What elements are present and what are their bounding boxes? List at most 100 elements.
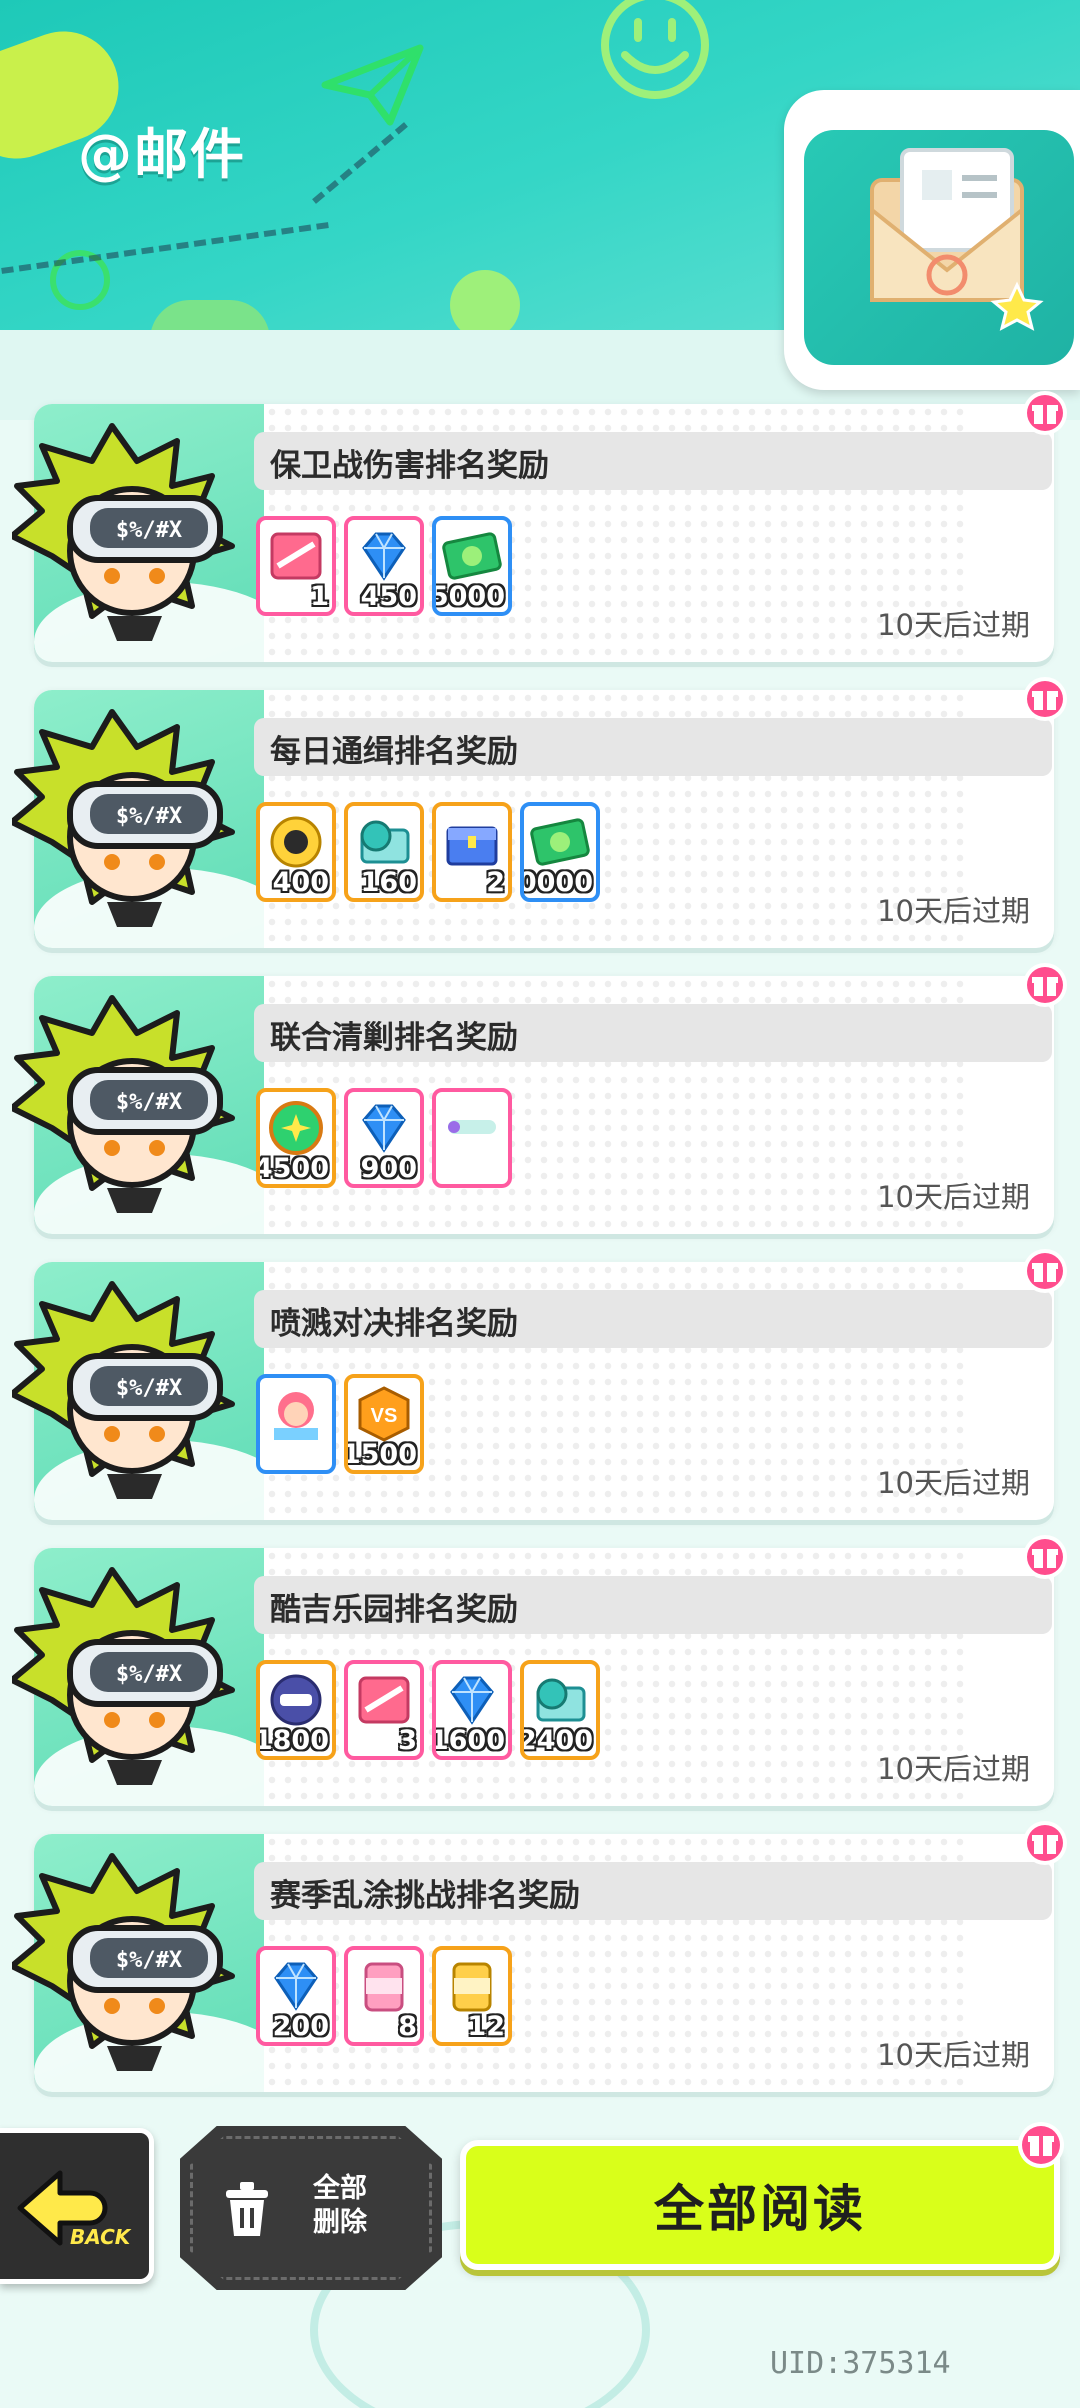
- delete-all-button[interactable]: 全部 删除: [180, 2126, 442, 2290]
- reward-item[interactable]: 4500: [256, 1088, 336, 1188]
- mail-expiry: 10天后过期: [877, 1466, 1030, 1500]
- mail-title: 酷吉乐园排名奖励: [270, 1592, 518, 1628]
- earth-ticket-icon: [360, 820, 410, 864]
- reward-item[interactable]: 160: [344, 802, 424, 902]
- reward-item[interactable]: 1: [256, 516, 336, 616]
- mail-title: 保卫战伤害排名奖励: [270, 448, 549, 484]
- smiley-icon: [601, 0, 709, 99]
- mail-expiry: 10天后过期: [877, 894, 1030, 928]
- cash-bill-icon: [442, 532, 502, 580]
- reward-count: 400: [272, 867, 329, 898]
- reward-items: 200 8 12: [256, 1946, 512, 2046]
- sender-avatar: $%/#X: [9, 1560, 252, 1790]
- diamond-icon: [362, 1104, 406, 1153]
- reward-count: 12: [467, 2011, 505, 2042]
- reward-count: 1500: [344, 1439, 417, 1470]
- reward-item[interactable]: 12: [432, 1946, 512, 2046]
- mail-expiry: 10天后过期: [877, 1752, 1030, 1786]
- vs-badge-icon: VS: [358, 1386, 410, 1442]
- reward-count: 2: [486, 867, 505, 898]
- park-badge-icon: [270, 1674, 322, 1726]
- reward-item[interactable]: 900: [344, 1088, 424, 1188]
- reward-count: 450: [360, 581, 417, 612]
- diamond-icon: [450, 1676, 494, 1725]
- svg-text:$%/#X: $%/#X: [116, 1948, 182, 1973]
- reward-count: 1600: [432, 1725, 505, 1756]
- reward-count: 200: [272, 2011, 329, 2042]
- mail-title: 联合清剿排名奖励: [270, 1020, 518, 1056]
- mail-item[interactable]: $%/#X 联合清剿排名奖励 4500 900 10天后过期: [9, 963, 1067, 1234]
- reward-item[interactable]: 130000: [520, 802, 600, 902]
- mail-title: 每日通缉排名奖励: [270, 734, 518, 770]
- read-all-button[interactable]: 全部阅读: [460, 2122, 1064, 2270]
- pink-can-icon: [364, 1962, 404, 2012]
- back-button[interactable]: BACK: [0, 2128, 154, 2284]
- sender-avatar: $%/#X: [9, 1846, 252, 2076]
- reward-count: 2400: [520, 1725, 593, 1756]
- mail-item[interactable]: $%/#X 每日通缉排名奖励 400 160 2 130000 10天后过期: [9, 677, 1067, 948]
- reward-item[interactable]: 450: [344, 516, 424, 616]
- reward-item[interactable]: 8: [344, 1946, 424, 2046]
- gift-icon: [1022, 1248, 1068, 1294]
- green-coin-icon: [269, 1101, 323, 1155]
- mail-expiry: 10天后过期: [877, 2038, 1030, 2072]
- mail-item[interactable]: $%/#X 酷吉乐园排名奖励 1800 3 1600 2400 10天后过期: [9, 1535, 1067, 1806]
- svg-text:$%/#X: $%/#X: [116, 518, 182, 543]
- cash-bill-icon: [530, 818, 590, 866]
- svg-text:VS: VS: [371, 1405, 398, 1427]
- envelope-icon: [870, 148, 1044, 331]
- earth-ticket-icon: [536, 1678, 586, 1722]
- back-label: BACK: [70, 2225, 131, 2249]
- reward-items: 1 450 35000: [256, 516, 512, 616]
- reward-item[interactable]: 35000: [432, 516, 512, 616]
- reward-items: 4500 900: [256, 1088, 512, 1188]
- read-all-label: 全部阅读: [654, 2180, 866, 2238]
- reward-count: 3: [398, 1725, 417, 1756]
- gift-icon: [1022, 1534, 1068, 1580]
- mail-item[interactable]: $%/#X 喷溅对决排名奖励 VS 1500 10天后过期: [9, 1249, 1067, 1520]
- reward-item[interactable]: 2400: [520, 1660, 600, 1760]
- ticket-card-icon: [358, 1676, 410, 1724]
- gift-icon: [1018, 2122, 1064, 2168]
- gift-icon: [1022, 962, 1068, 1008]
- gift-icon: [1022, 676, 1068, 722]
- sender-avatar: $%/#X: [9, 416, 252, 646]
- svg-text:$%/#X: $%/#X: [116, 1090, 182, 1115]
- mail-item[interactable]: $%/#X 赛季乱涂挑战排名奖励 200 8 12 10天后过期: [9, 1821, 1067, 2092]
- reward-item[interactable]: 3: [344, 1660, 424, 1760]
- mail-item[interactable]: $%/#X 保卫战伤害排名奖励 1 450 35000 10天后过期: [9, 391, 1067, 662]
- reward-item[interactable]: [256, 1374, 336, 1474]
- decor-dash: [312, 122, 408, 204]
- blue-chest-icon: [446, 826, 498, 866]
- svg-text:$%/#X: $%/#X: [116, 1662, 182, 1687]
- reward-items: 400 160 2 130000: [256, 802, 600, 902]
- reward-item[interactable]: 1600: [432, 1660, 512, 1760]
- reward-count: 160: [360, 867, 417, 898]
- reward-item[interactable]: 1800: [256, 1660, 336, 1760]
- page-title: @邮件: [78, 123, 246, 186]
- reward-item[interactable]: 400: [256, 802, 336, 902]
- gold-badge-icon: [270, 816, 322, 868]
- character-portrait-icon: [274, 1392, 318, 1440]
- ticket-card-icon: [270, 532, 322, 580]
- sender-avatar: $%/#X: [9, 988, 252, 1218]
- uid-text: UID:375314: [770, 2346, 951, 2381]
- reward-item[interactable]: [432, 1088, 512, 1188]
- reward-item[interactable]: 200: [256, 1946, 336, 2046]
- delete-all-label: 全部 删除: [313, 2173, 367, 2238]
- reward-count: 1: [310, 581, 329, 612]
- reward-count: 1800: [256, 1725, 329, 1756]
- reward-item[interactable]: 2: [432, 802, 512, 902]
- mail-title: 喷溅对决排名奖励: [270, 1306, 518, 1342]
- reward-count: 900: [360, 1153, 417, 1184]
- mail-title: 赛季乱涂挑战排名奖励: [270, 1878, 580, 1914]
- gift-icon: [1022, 390, 1068, 436]
- trash-icon: [226, 2182, 268, 2236]
- reward-count: 4500: [256, 1153, 329, 1184]
- reward-count: 130000: [524, 867, 593, 898]
- svg-text:$%/#X: $%/#X: [116, 804, 182, 829]
- reward-count: 8: [398, 2011, 417, 2042]
- reward-item[interactable]: VS 1500: [344, 1374, 424, 1474]
- title-badge-icon: [448, 1120, 496, 1134]
- reward-count: 35000: [436, 581, 505, 612]
